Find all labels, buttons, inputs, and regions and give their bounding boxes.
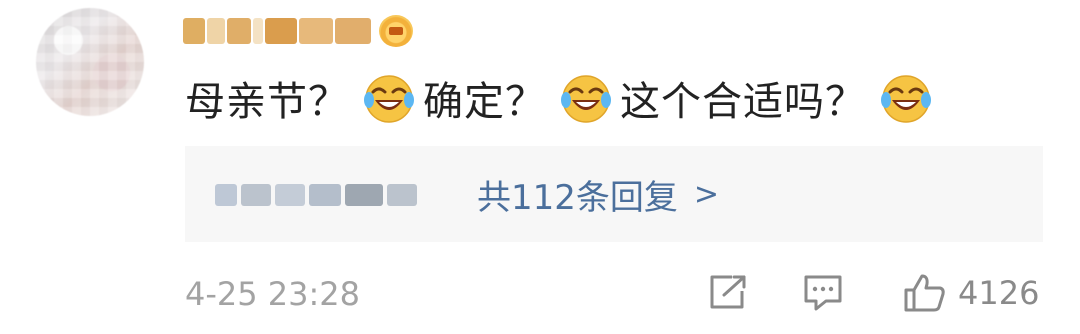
comment-text-1: 母亲节？	[185, 79, 349, 125]
comment-body: 母亲节？ 确定？ 这个合适吗？	[185, 68, 940, 128]
laugh-cry-emoji-icon	[364, 75, 414, 123]
comment-text-2: 确定？	[423, 79, 546, 125]
blurred-name-block	[207, 18, 225, 44]
blurred-name-block	[227, 18, 251, 44]
blurred-name-block	[299, 18, 333, 44]
like-button[interactable]: 4126	[902, 270, 1039, 316]
reply-names-blurred	[215, 180, 417, 210]
blurred-name-block	[387, 184, 417, 206]
thumbs-up-icon	[904, 274, 945, 312]
share-button[interactable]	[706, 270, 748, 316]
blurred-name-block	[345, 184, 383, 206]
comment-text-3: 这个合适吗？	[620, 79, 866, 125]
blurred-name-block	[253, 18, 263, 44]
blurred-name-block	[183, 18, 205, 44]
blurred-name-block	[215, 184, 237, 206]
blurred-name-block	[241, 184, 271, 206]
laugh-cry-emoji-icon	[881, 75, 931, 123]
view-replies-link[interactable]: 共112条回复 >	[477, 172, 720, 218]
avatar[interactable]	[36, 8, 144, 116]
laugh-cry-emoji-icon	[561, 75, 611, 123]
username-blurred[interactable]	[183, 12, 413, 50]
comment-icon	[804, 275, 842, 311]
chevron-right-icon: >	[693, 176, 720, 212]
blurred-name-block	[265, 18, 297, 44]
blurred-name-block	[275, 184, 305, 206]
replies-box[interactable]: 共112条回复 >	[185, 146, 1043, 242]
comment-button[interactable]	[802, 270, 844, 316]
comment-timestamp: 4-25 23:28	[185, 275, 361, 313]
share-icon	[710, 275, 746, 309]
comment-card: 母亲节？ 确定？ 这个合适吗？ 共112条回复 > 4-25 23:28 412…	[0, 0, 1080, 334]
replies-count-label: 共112条回复	[477, 177, 678, 218]
blurred-name-block	[335, 18, 371, 44]
member-crown-icon	[379, 15, 413, 47]
like-count: 4126	[958, 274, 1040, 312]
blurred-name-block	[309, 184, 341, 206]
